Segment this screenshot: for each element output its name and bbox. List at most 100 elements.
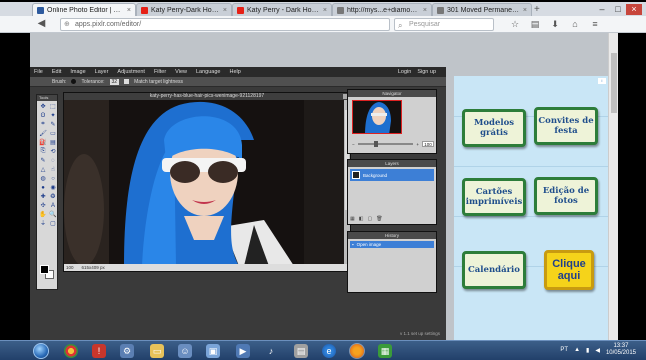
login-link[interactable]: Login <box>398 69 411 75</box>
navigator-thumbnail[interactable] <box>352 100 402 134</box>
move-icon[interactable]: ✥ <box>38 102 48 111</box>
spreadsheet-icon[interactable]: ▦ <box>378 344 392 358</box>
home-icon[interactable]: ⌂ <box>570 19 580 29</box>
wand-icon[interactable]: ✦ <box>48 111 58 120</box>
zoom-value[interactable]: 100 <box>66 264 74 271</box>
volume-icon[interactable]: ◀ <box>595 347 600 354</box>
spot-heal-icon[interactable]: ✚ <box>38 192 48 201</box>
menu-image[interactable]: Image <box>70 69 85 75</box>
ad-modelos-button[interactable]: Modelos grátis <box>462 109 526 147</box>
menu-help[interactable]: Help <box>229 69 240 75</box>
sponge-icon[interactable]: ◍ <box>38 174 48 183</box>
start-button[interactable] <box>33 343 49 359</box>
pencil-icon[interactable]: ✎ <box>48 120 58 129</box>
close-tab-icon[interactable]: × <box>223 7 227 14</box>
brush-icon[interactable]: 🖌 <box>38 129 48 138</box>
close-tab-icon[interactable]: × <box>423 7 427 14</box>
pinch-icon[interactable]: ✣ <box>38 201 48 210</box>
zoom-in-icon[interactable]: + <box>416 142 419 147</box>
ie-icon[interactable]: e <box>322 344 336 358</box>
download-icon[interactable]: ⬇ <box>550 19 560 29</box>
new-layer-icon[interactable]: ▢ <box>367 216 372 222</box>
tab-photo-editor[interactable]: Online Photo Editor | Pi... × <box>32 3 136 16</box>
minimize-button[interactable]: – <box>594 4 610 15</box>
color-replace-icon[interactable]: ⟲ <box>48 147 58 156</box>
ad-edicao-button[interactable]: Edição de fotos <box>534 177 598 215</box>
menu-adjustment[interactable]: Adjustment <box>117 69 145 75</box>
tray-arrow-icon[interactable]: ▲ <box>574 347 580 353</box>
foreground-color-swatch[interactable] <box>40 265 49 274</box>
new-tab-button[interactable]: + <box>534 5 544 15</box>
menu-edit[interactable]: Edit <box>52 69 61 75</box>
type-icon[interactable]: A <box>48 201 58 210</box>
url-bar[interactable]: ⊕ apps.pixlr.com/editor/ <box>60 18 390 31</box>
gradient-icon[interactable]: ▤ <box>48 138 58 147</box>
chrome-icon[interactable] <box>64 344 78 358</box>
navigator-zoom-field[interactable]: 100 <box>422 141 434 147</box>
blur-icon[interactable]: ◌ <box>48 156 58 165</box>
page-scrollbar[interactable] <box>608 33 618 340</box>
network-icon[interactable]: ▮ <box>586 347 589 354</box>
zoom-out-icon[interactable]: − <box>352 142 355 147</box>
display-app-icon[interactable]: ▣ <box>206 344 220 358</box>
close-tab-icon[interactable]: × <box>127 7 131 14</box>
close-tab-icon[interactable]: × <box>323 7 327 14</box>
tab-katy-perry-1[interactable]: Katy Perry-Dark Horse... × <box>136 3 232 16</box>
eyedropper-icon[interactable]: ⍊ <box>38 219 48 228</box>
maximize-button[interactable]: □ <box>610 4 626 15</box>
shape-icon[interactable]: ▢ <box>48 219 58 228</box>
crop-icon[interactable]: ⌗ <box>38 120 48 129</box>
layer-mask-icon[interactable]: ◧ <box>359 216 364 222</box>
image-canvas[interactable] <box>64 100 344 266</box>
reading-list-icon[interactable]: ▤ <box>530 19 540 29</box>
close-window-button[interactable]: × <box>626 4 642 15</box>
tools-app-icon[interactable]: ! <box>92 344 106 358</box>
history-item[interactable]: ▪ Open image <box>350 241 434 248</box>
ad-calendario-button[interactable]: Calendário <box>462 251 526 289</box>
layer-row[interactable]: Background <box>350 169 434 181</box>
menu-view[interactable]: View <box>175 69 187 75</box>
zoom-slider[interactable] <box>357 141 414 147</box>
lasso-icon[interactable]: ʘ <box>38 111 48 120</box>
bloat-icon[interactable]: ❂ <box>48 192 58 201</box>
star-icon[interactable]: ☆ <box>510 19 520 29</box>
bucket-icon[interactable]: ⛽ <box>38 138 48 147</box>
redeye-icon[interactable]: ◉ <box>48 183 58 192</box>
dodge-icon[interactable]: ○ <box>48 174 58 183</box>
clone-icon[interactable]: ⎘ <box>38 147 48 156</box>
close-tab-icon[interactable]: × <box>523 7 527 14</box>
smudge-icon[interactable]: ☝ <box>48 165 58 174</box>
menu-filter[interactable]: Filter <box>154 69 166 75</box>
brush-preview-icon[interactable] <box>71 79 77 84</box>
tolerance-field[interactable]: 32 <box>109 78 120 85</box>
menu-file[interactable]: File <box>34 69 43 75</box>
marquee-icon[interactable]: ⬚ <box>48 102 58 111</box>
media-app-icon[interactable]: ▶ <box>236 344 250 358</box>
ad-clique-button[interactable]: Clique aqui <box>544 250 594 290</box>
menu-icon[interactable]: ≡ <box>590 19 600 29</box>
music-icon[interactable]: ♪ <box>264 344 278 358</box>
ad-info-icon[interactable]: i <box>598 78 606 84</box>
tab-301[interactable]: 301 Moved Permanently × <box>432 3 532 16</box>
back-arrow-icon[interactable]: ◀ <box>36 19 47 30</box>
match-checkbox[interactable] <box>124 79 130 84</box>
signup-link[interactable]: Sign up <box>417 69 436 75</box>
search-input[interactable]: ⌕ Pesquisar <box>394 18 494 31</box>
eraser-icon[interactable]: ▭ <box>48 129 58 138</box>
layer-settings-icon[interactable]: ▦ <box>350 216 355 222</box>
firefox-icon[interactable] <box>349 343 365 359</box>
ad-cartoes-button[interactable]: Cartões imprimíveis <box>462 178 526 216</box>
network-app-icon[interactable]: ⚙ <box>120 344 134 358</box>
sharpen-icon[interactable]: △ <box>38 165 48 174</box>
ad-convites-button[interactable]: Convites de festa <box>534 107 598 145</box>
zoom-icon[interactable]: 🔍 <box>48 210 58 219</box>
tab-diamonds[interactable]: http://mys...e+diamonds × <box>332 3 432 16</box>
menu-language[interactable]: Language <box>196 69 220 75</box>
menu-layer[interactable]: Layer <box>95 69 109 75</box>
hand-icon[interactable]: ✋ <box>38 210 48 219</box>
clock[interactable]: 13:37 10/05/2015 <box>606 343 636 357</box>
drawing-icon[interactable]: ✎ <box>38 156 48 165</box>
folder-icon[interactable]: ▭ <box>150 344 164 358</box>
tab-katy-perry-2[interactable]: Katy Perry - Dark Horse... × <box>232 3 332 16</box>
burn-icon[interactable]: ● <box>38 183 48 192</box>
